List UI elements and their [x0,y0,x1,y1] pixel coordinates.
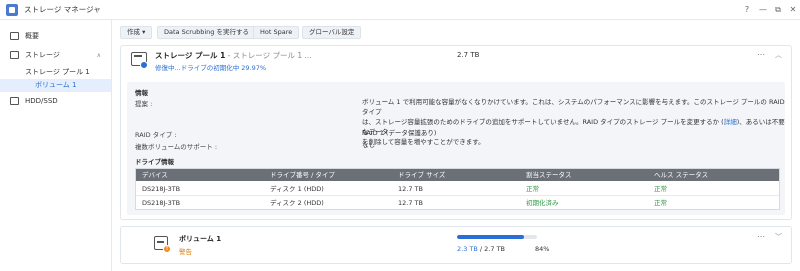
table-cell: ディスク 1 (HDD) [270,185,324,193]
sidebar-item-label: ストレージ [25,51,60,59]
hot-spare-button[interactable]: Hot Spare [253,26,300,39]
table-row[interactable]: DS218J-3TB ディスク 2 (HDD) 12.7 TB 初期化済み 正常 [136,196,779,210]
storage-pool-size: 2.7 TB [457,51,480,59]
table-cell: ディスク 2 (HDD) [270,199,324,207]
title-bar: ストレージ マネージャ ? — ⧉ ✕ [0,0,800,20]
sidebar-item-label: HDD/SSD [25,97,58,105]
suggestion-text: ボリューム 1 で利用可能な容量がなくなりかけています。これは、システムのパフォ… [362,98,785,146]
table-cell: DS218J-3TB [142,185,181,193]
drive-table-header: デバイス ドライブ番号 / タイプ ドライブ サイズ 割当ステータス ヘルス ス… [136,169,779,181]
volume-usage-bar [457,235,537,239]
sidebar-item-label: ボリューム 1 [35,81,77,89]
restore-button[interactable]: ⧉ [772,4,784,16]
table-cell: 12.7 TB [398,185,423,193]
column-header-device[interactable]: デバイス [142,169,168,181]
create-button[interactable]: 作成 ▾ [120,26,153,39]
chevron-up-icon[interactable]: ︿ [775,51,782,59]
table-cell: 正常 [526,185,539,193]
volume-usage-bar-fill [457,235,525,239]
column-header-drive-number[interactable]: ドライブ番号 / タイプ [270,169,335,181]
sidebar-item-storage[interactable]: ストレージ ∧ [0,49,111,62]
sidebar-item-volume-1[interactable]: ボリューム 1 [0,79,111,92]
multi-volume-value: なし [362,141,375,149]
storage-pool-card: ストレージ プール 1 - ストレージ プール 1 ... 修復中...ドライブ… [120,45,792,220]
table-row[interactable]: DS218J-3TB ディスク 1 (HDD) 12.7 TB 正常 正常 [136,182,779,196]
volume-title: ボリューム 1 [179,235,222,243]
details-link[interactable]: 詳細 [724,118,737,126]
chevron-down-icon[interactable]: ﹀ [775,233,782,241]
multi-volume-label: 複数ボリュームのサポート : [135,143,218,151]
info-section-title: 情報 [135,89,148,97]
raid-type-value: RAID 1 (データ保護あり) [362,129,437,137]
hdd-icon [10,97,19,105]
warning-badge-icon: ! [163,245,171,253]
storage-pool-status: 修復中...ドライブの初期化中 29.97% [155,64,267,72]
table-cell: 12.7 TB [398,199,423,207]
drive-table: デバイス ドライブ番号 / タイプ ドライブ サイズ 割当ステータス ヘルス ス… [135,168,780,210]
volume-usage-percent: 84% [535,245,550,253]
app-title: ストレージ マネージャ [24,5,101,14]
sidebar-item-storage-pool-1[interactable]: ストレージ プール 1 [0,66,111,79]
sidebar-item-label: 概要 [25,32,39,40]
drive-info-title: ドライブ情報 [135,158,174,166]
suggestion-label: 提案 : [135,100,153,108]
table-cell: DS218J-3TB [142,199,181,207]
chevron-up-icon[interactable]: ∧ [97,52,101,59]
data-scrubbing-button[interactable]: Data Scrubbing を実行する [157,26,256,39]
global-settings-button[interactable]: グローバル設定 [302,26,362,39]
sidebar: 概要 ストレージ ∧ ストレージ プール 1 ボリューム 1 HDD/SSD [0,20,112,271]
table-cell: 初期化済み [526,199,559,207]
sidebar-item-hdd-ssd[interactable]: HDD/SSD [0,95,111,108]
storage-icon [10,51,19,59]
close-button[interactable]: ✕ [787,4,799,16]
raid-type-label: RAID タイプ : [135,131,177,139]
more-icon[interactable]: ⋯ [757,233,766,241]
help-button[interactable]: ? [741,4,753,16]
volume-status: 警告 [179,248,192,256]
column-header-drive-size[interactable]: ドライブ サイズ [398,169,445,181]
column-header-allocation-status[interactable]: 割当ステータス [526,169,572,181]
storage-pool-title: ストレージ プール 1 - ストレージ プール 1 ... [155,51,312,60]
more-icon[interactable]: ⋯ [757,51,766,59]
column-header-health-status[interactable]: ヘルス ステータス [654,169,708,181]
sidebar-item-label: ストレージ プール 1 [25,68,90,76]
table-cell: 正常 [654,199,667,207]
storage-manager-app-icon [6,4,18,16]
overview-icon [10,32,19,40]
sidebar-item-overview[interactable]: 概要 [0,30,111,43]
storage-pool-header[interactable]: ストレージ プール 1 - ストレージ プール 1 ... 修復中...ドライブ… [121,46,791,80]
volume-usage-text: 2.3 TB / 2.7 TB [457,245,505,253]
table-cell: 正常 [654,185,667,193]
repairing-badge-icon [140,61,148,69]
minimize-button[interactable]: — [757,4,769,16]
volume-card[interactable]: ! ボリューム 1 警告 2.3 TB / 2.7 TB 84% ⋯ ﹀ [120,226,792,264]
